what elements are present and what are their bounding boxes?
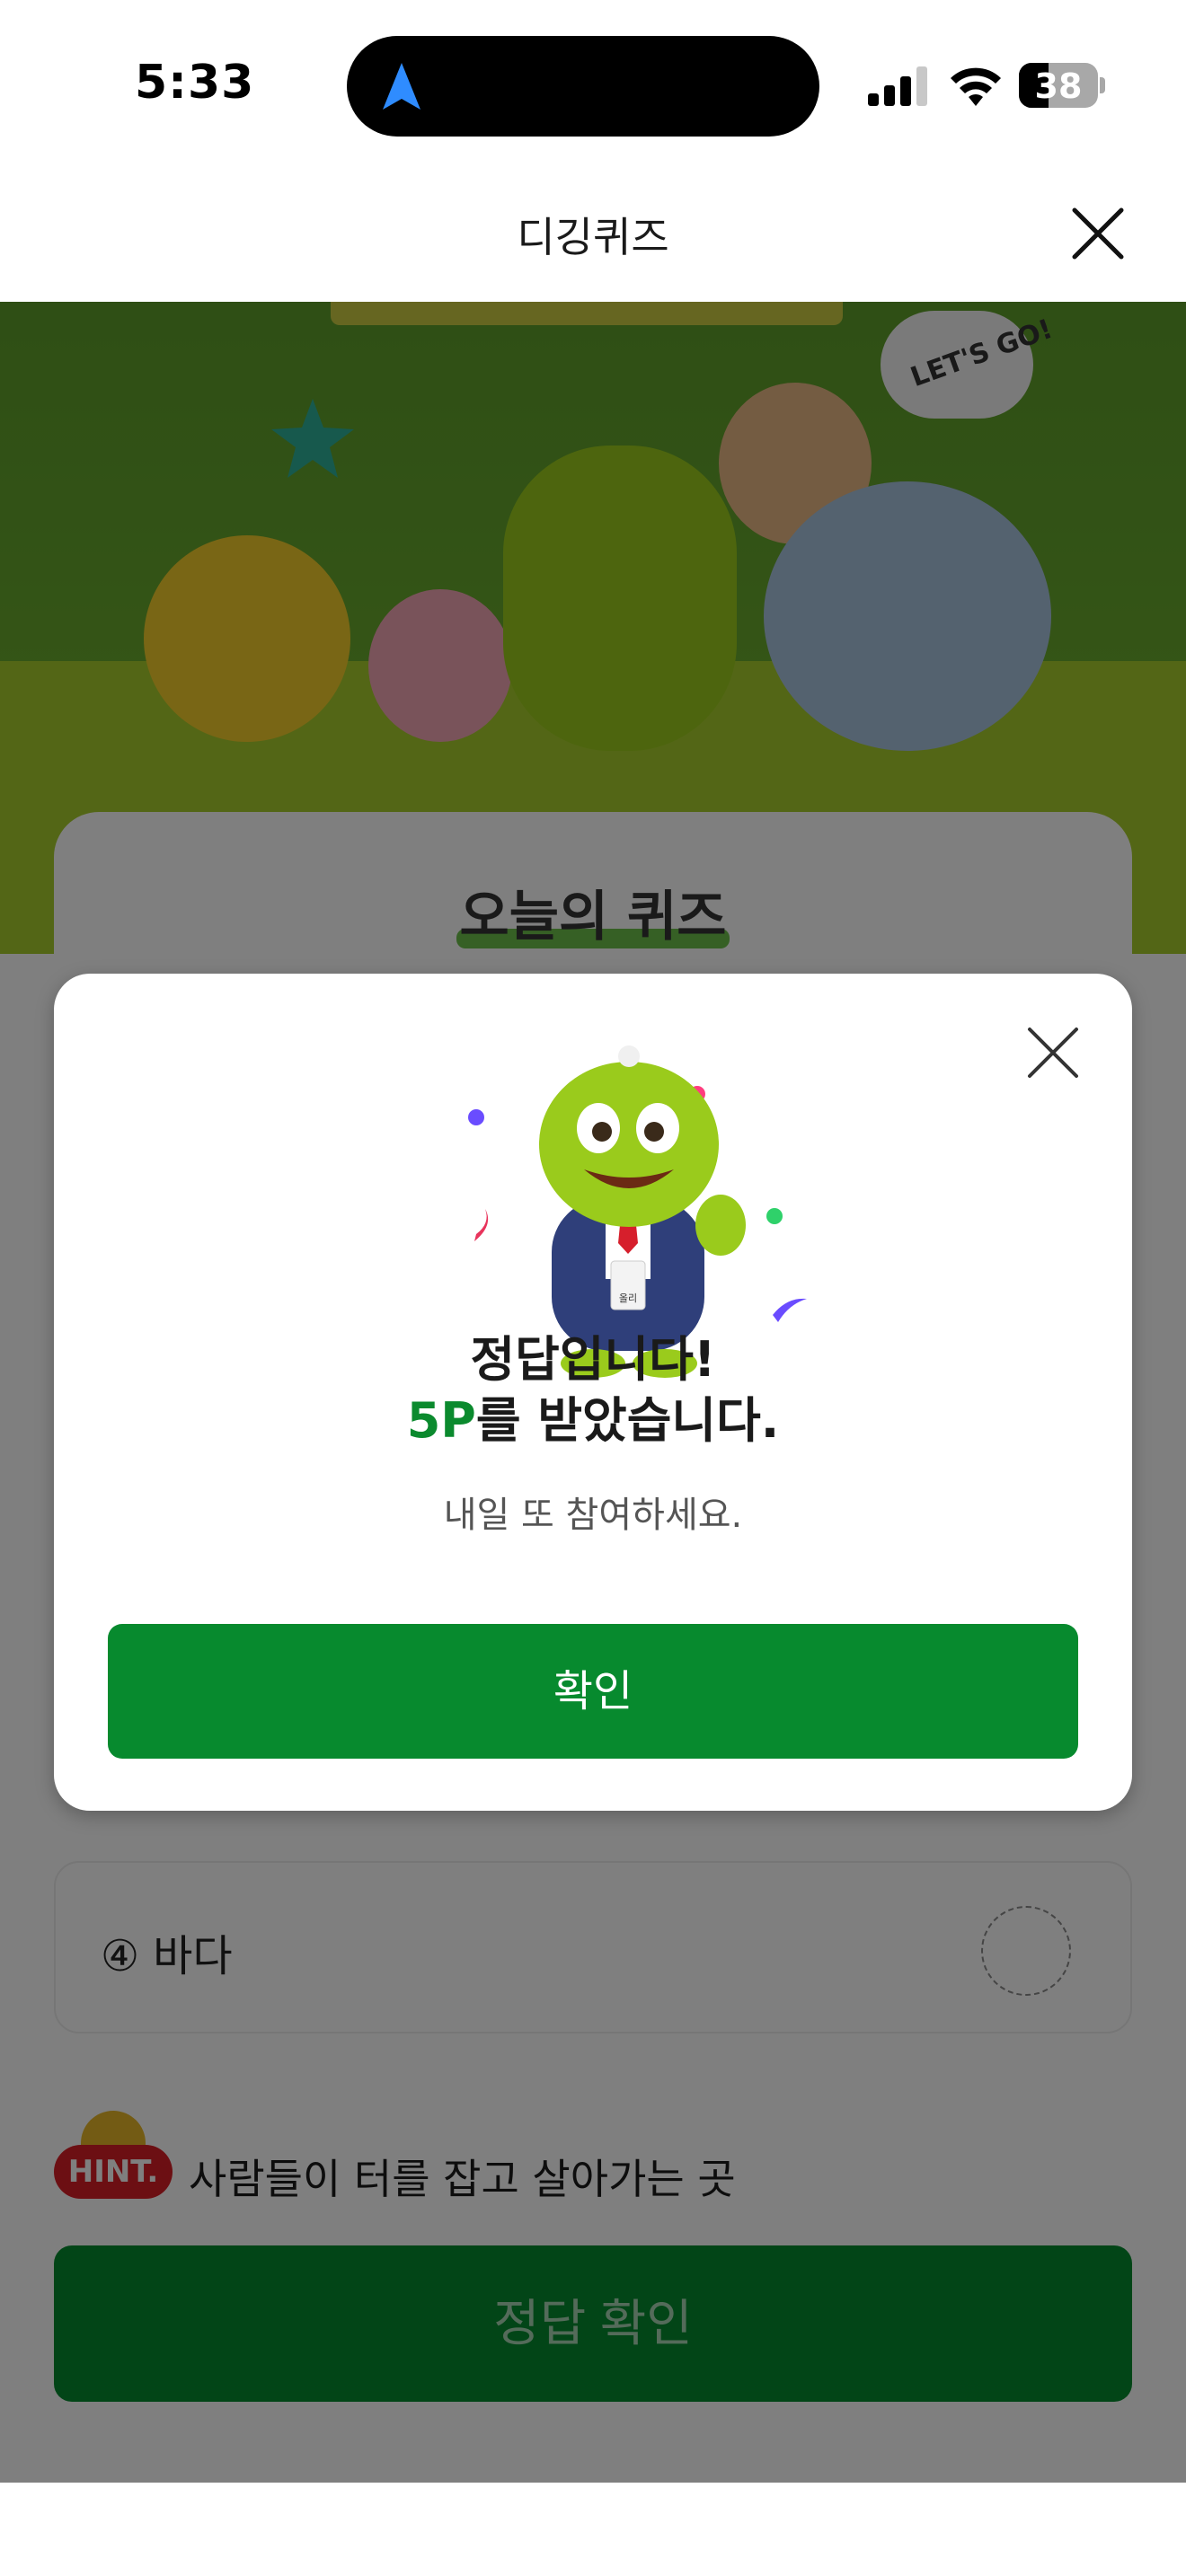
status-bar: 5:33 38 [0, 0, 1186, 162]
page-title: 디깅퀴즈 [517, 213, 669, 261]
wifi-icon [951, 67, 1001, 106]
modal-title-line2-suffix: 를 받았습니다. [475, 1392, 780, 1449]
battery-level: 38 [1034, 66, 1083, 106]
cellular-signal-icon [868, 66, 927, 106]
earned-points: 5P [406, 1392, 476, 1449]
result-modal: 올리 정답입니다! 5P를 받았습니다. 내일 또 참여하세요. 확인 [54, 974, 1132, 1811]
modal-subtext: 내일 또 참여하세요. [443, 1495, 743, 1536]
status-time: 5:33 [135, 56, 255, 110]
modal-title: 정답입니다! 5P를 받았습니다. [54, 1329, 1132, 1451]
modal-close-icon[interactable] [1024, 1024, 1082, 1081]
close-icon[interactable] [1069, 205, 1127, 262]
location-arrow-icon [383, 63, 420, 110]
app-header: 디깅퀴즈 [0, 162, 1186, 302]
quiz-card-title: 오늘의 퀴즈 [459, 886, 727, 948]
mascot-badge-label: 올리 [619, 1292, 637, 1304]
modal-title-line1: 정답입니다! [470, 1331, 716, 1388]
battery-icon: 38 [1019, 63, 1105, 108]
bottom-safe-area [0, 2483, 1186, 2576]
modal-title-line2: 5P를 받았습니다. [54, 1390, 1132, 1451]
confirm-button[interactable]: 확인 [108, 1624, 1078, 1759]
dynamic-island [347, 36, 819, 137]
